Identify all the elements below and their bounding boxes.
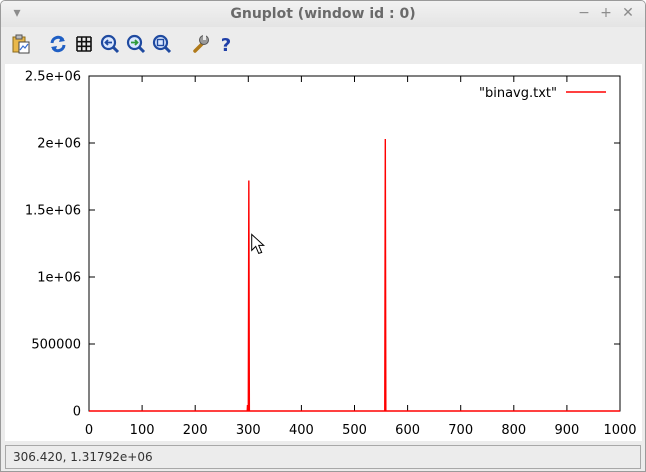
window-title: Gnuplot (window id : 0) — [230, 6, 416, 22]
mouse-cursor-icon — [251, 233, 265, 255]
status-bar: 306.420, 1.31792e+06 — [5, 445, 641, 469]
x-tick-label: 300 — [236, 423, 261, 438]
svg-text:?: ? — [221, 35, 231, 55]
gnuplot-window: ▾ Gnuplot (window id : 0) − + ✕ ? 0 100 … — [0, 0, 646, 472]
x-tick-label: 700 — [448, 423, 473, 438]
mouse-coordinates: 306.420, 1.31792e+06 — [13, 450, 153, 464]
y-tick-label: 1.5e+06 — [25, 204, 81, 219]
plot-border — [88, 75, 621, 412]
zoom-forward-icon[interactable] — [125, 33, 147, 55]
help-icon[interactable]: ? — [215, 33, 237, 56]
y-tick-label: 0 — [73, 405, 81, 420]
x-tick-label: 200 — [183, 423, 208, 438]
plot-svg[interactable]: 0 100 200 300 400 500 600 700 800 900 1000 0 500000 1… — [5, 64, 642, 441]
grid-icon[interactable] — [73, 33, 95, 55]
zoom-back-icon[interactable] — [99, 33, 121, 55]
legend-label: "binavg.txt" — [479, 86, 557, 101]
y-tick-label: 1e+06 — [37, 271, 81, 286]
replot-icon[interactable] — [47, 33, 69, 55]
wrench-icon[interactable] — [189, 33, 211, 55]
x-tick-label: 900 — [554, 423, 579, 438]
autoscale-icon[interactable] — [151, 33, 173, 55]
close-button[interactable]: ✕ — [620, 5, 636, 21]
minimize-button[interactable]: − — [576, 5, 592, 21]
x-tick-label: 500 — [342, 423, 367, 438]
x-tick-label: 100 — [130, 423, 155, 438]
maximize-button[interactable]: + — [598, 5, 614, 21]
y-tick-label: 500000 — [31, 338, 81, 353]
x-tick-label: 0 — [85, 423, 93, 438]
y-tick-label: 2e+06 — [37, 137, 81, 152]
x-tick-label: 800 — [501, 423, 526, 438]
title-bar[interactable]: ▾ Gnuplot (window id : 0) − + ✕ — [1, 1, 645, 27]
x-tick-label: 400 — [289, 423, 314, 438]
plot-canvas[interactable]: 0 100 200 300 400 500 600 700 800 900 1000 0 500000 1… — [5, 64, 642, 441]
x-tick-label: 600 — [395, 423, 420, 438]
x-tick-label: 1000 — [603, 423, 636, 438]
series-line — [89, 138, 620, 412]
y-tick-label: 2.5e+06 — [25, 70, 81, 85]
toolbar: ? — [1, 27, 645, 63]
clipboard-icon[interactable] — [10, 33, 32, 55]
